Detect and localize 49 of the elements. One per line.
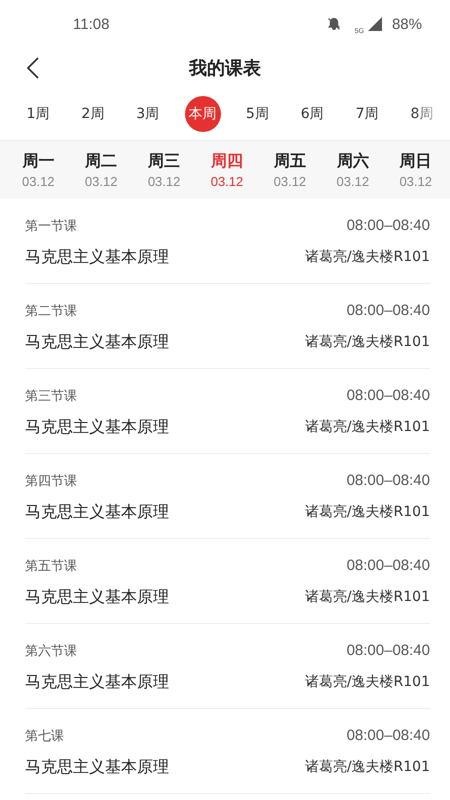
course-name: 马克思主义基本原理 bbox=[25, 502, 169, 522]
period-label: 第六节课 bbox=[25, 642, 77, 660]
week-tab[interactable]: 7周 bbox=[349, 96, 386, 132]
page-title: 我的课表 bbox=[189, 57, 261, 80]
teacher-room: 诸葛亮/逸夫楼R101 bbox=[304, 758, 430, 776]
period-label: 第二节课 bbox=[25, 302, 77, 320]
day-tab[interactable]: 周二 03.12 bbox=[84, 151, 118, 189]
time-range: 08:00–08:40 bbox=[346, 302, 430, 319]
day-tab[interactable]: 周六 03.12 bbox=[336, 151, 370, 189]
time-range: 08:00–08:40 bbox=[346, 642, 430, 659]
course-name: 马克思主义基本原理 bbox=[25, 756, 169, 778]
time-range: 08:00–08:40 bbox=[346, 387, 430, 404]
teacher-room: 诸葛亮/逸夫楼R101 bbox=[304, 673, 430, 691]
course-name: 马克思主义基本原理 bbox=[25, 586, 169, 608]
status-time: 11:08 bbox=[73, 16, 110, 32]
teacher-room: 诸葛亮/逸夫楼R101 bbox=[304, 588, 430, 606]
week-tab[interactable]: 3周 bbox=[130, 96, 166, 132]
day-tab[interactable]: 周三 03.12 bbox=[148, 151, 180, 189]
period-label: 第七课 bbox=[25, 728, 64, 744]
teacher-room: 诸葛亮/逸夫楼R101 bbox=[304, 418, 430, 436]
signal-icon bbox=[368, 17, 382, 31]
teacher-room: 诸葛亮/逸夫楼R101 bbox=[304, 248, 430, 266]
course-name: 马克思主义基本原理 bbox=[25, 246, 169, 268]
teacher-room: 诸葛亮/逸夫楼R101 bbox=[304, 333, 430, 351]
period-label: 第四节课 bbox=[25, 472, 77, 490]
time-range: 08:00–08:40 bbox=[346, 727, 430, 744]
teacher-room: 诸葛亮/逸夫楼R101 bbox=[304, 503, 430, 521]
week-tab[interactable]: 1周 bbox=[20, 96, 56, 132]
course-name: 马克思主义基本原理 bbox=[25, 332, 169, 352]
time-range: 08:00–08:40 bbox=[346, 472, 430, 489]
muted-bell-icon bbox=[326, 17, 341, 31]
week-tab[interactable]: 2周 bbox=[74, 96, 111, 132]
week-tab[interactable]: 本周 bbox=[184, 96, 221, 132]
time-range: 08:00–08:40 bbox=[346, 557, 430, 574]
course-name: 马克思主义基本原理 bbox=[25, 416, 169, 438]
week-tab[interactable]: 5周 bbox=[239, 96, 276, 132]
week-tab[interactable]: 8周 bbox=[404, 96, 440, 132]
back-icon[interactable] bbox=[27, 57, 39, 79]
period-label: 第一节课 bbox=[25, 218, 77, 234]
period-label: 第五节课 bbox=[25, 558, 77, 574]
week-tab[interactable]: 6周 bbox=[294, 96, 330, 132]
day-tab[interactable]: 周四 03.12 bbox=[210, 151, 244, 189]
period-label: 第三节课 bbox=[25, 388, 77, 404]
battery-text: 88% bbox=[392, 16, 422, 32]
course-name: 马克思主义基本原理 bbox=[25, 672, 169, 692]
day-tab[interactable]: 周日 03.12 bbox=[399, 151, 432, 189]
time-range: 08:00–08:40 bbox=[346, 217, 430, 234]
day-tab[interactable]: 周一 03.12 bbox=[22, 151, 55, 189]
day-tab[interactable]: 周五 03.12 bbox=[274, 151, 306, 189]
